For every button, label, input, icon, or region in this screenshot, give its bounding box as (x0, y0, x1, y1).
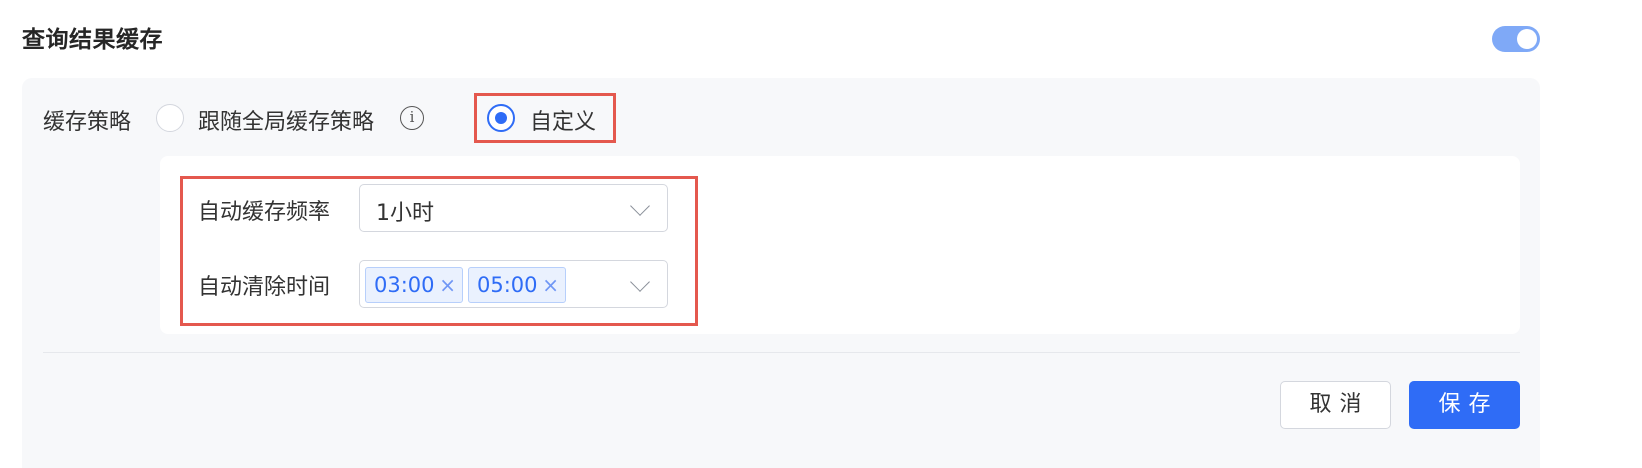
radio-custom[interactable] (487, 104, 515, 132)
divider (43, 352, 1520, 353)
time-tag-label: 03:00 (374, 273, 435, 297)
chevron-down-icon (630, 196, 650, 216)
clear-time-multiselect[interactable]: 03:00 × 05:00 × (359, 260, 668, 308)
save-button[interactable]: 保存 (1409, 381, 1520, 429)
frequency-label: 自动缓存频率 (198, 200, 331, 225)
section-title: 查询结果缓存 (22, 27, 163, 53)
radio-follow-global-label[interactable]: 跟随全局缓存策略 (198, 104, 374, 136)
time-tag: 03:00 × (365, 267, 463, 303)
clear-time-label: 自动清除时间 (198, 275, 331, 300)
toggle-knob (1517, 29, 1537, 49)
cache-enable-toggle[interactable] (1492, 26, 1540, 52)
info-icon[interactable]: i (400, 106, 424, 130)
radio-custom-label[interactable]: 自定义 (530, 104, 596, 136)
frequency-select[interactable]: 1小时 (359, 184, 668, 232)
close-icon[interactable]: × (439, 268, 456, 302)
frequency-value: 1小时 (376, 201, 434, 226)
cancel-button[interactable]: 取消 (1280, 381, 1391, 429)
chevron-down-icon (630, 272, 650, 292)
time-tag-label: 05:00 (477, 273, 538, 297)
close-icon[interactable]: × (542, 268, 559, 302)
strategy-label: 缓存策略 (43, 110, 132, 135)
time-tag: 05:00 × (468, 267, 566, 303)
radio-follow-global[interactable] (156, 104, 184, 132)
radio-dot (495, 112, 507, 124)
